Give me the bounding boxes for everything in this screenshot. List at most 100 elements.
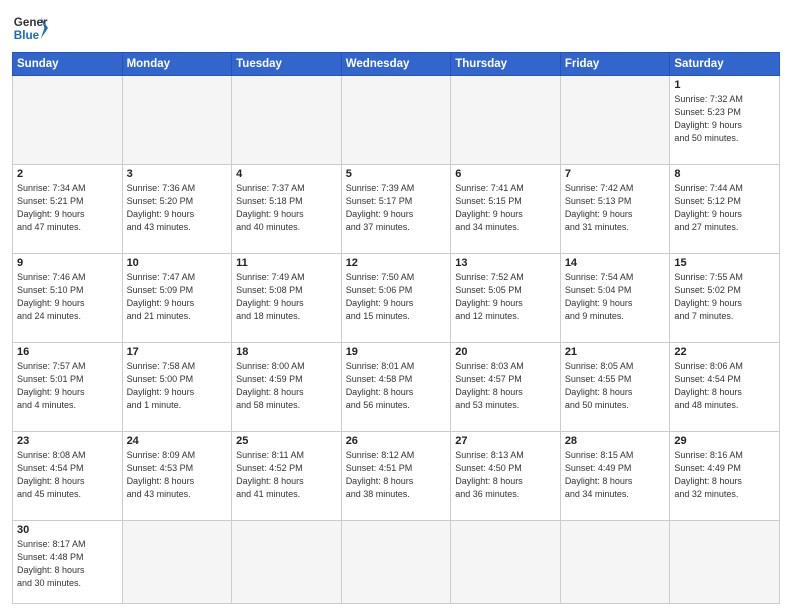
day-number: 7 bbox=[565, 168, 666, 180]
day-info: Sunrise: 8:16 AM Sunset: 4:49 PM Dayligh… bbox=[674, 449, 775, 501]
day-number: 30 bbox=[17, 524, 118, 536]
day-number: 16 bbox=[17, 346, 118, 358]
day-info: Sunrise: 7:34 AM Sunset: 5:21 PM Dayligh… bbox=[17, 182, 118, 234]
day-info: Sunrise: 7:44 AM Sunset: 5:12 PM Dayligh… bbox=[674, 182, 775, 234]
day-number: 20 bbox=[455, 346, 556, 358]
calendar-cell bbox=[341, 76, 451, 165]
svg-text:Blue: Blue bbox=[14, 29, 40, 42]
day-info: Sunrise: 8:08 AM Sunset: 4:54 PM Dayligh… bbox=[17, 449, 118, 501]
day-info: Sunrise: 7:50 AM Sunset: 5:06 PM Dayligh… bbox=[346, 271, 447, 323]
day-info: Sunrise: 7:42 AM Sunset: 5:13 PM Dayligh… bbox=[565, 182, 666, 234]
day-number: 19 bbox=[346, 346, 447, 358]
calendar-cell bbox=[451, 76, 561, 165]
calendar-cell: 11Sunrise: 7:49 AM Sunset: 5:08 PM Dayli… bbox=[232, 253, 342, 342]
calendar-cell: 10Sunrise: 7:47 AM Sunset: 5:09 PM Dayli… bbox=[122, 253, 232, 342]
day-number: 15 bbox=[674, 257, 775, 269]
day-info: Sunrise: 7:32 AM Sunset: 5:23 PM Dayligh… bbox=[674, 93, 775, 145]
day-number: 3 bbox=[127, 168, 228, 180]
calendar-cell: 19 Sunrise: 8:01 AM Sunset: 4:58 PM Dayli… bbox=[341, 342, 451, 431]
header: General Blue bbox=[12, 10, 780, 46]
day-info: Sunrise: 7:37 AM Sunset: 5:18 PM Dayligh… bbox=[236, 182, 337, 234]
day-number: 13 bbox=[455, 257, 556, 269]
day-info: Sunrise: 8:06 AM Sunset: 4:54 PM Dayligh… bbox=[674, 360, 775, 412]
day-number: 17 bbox=[127, 346, 228, 358]
calendar-cell: 6Sunrise: 7:41 AM Sunset: 5:15 PM Daylig… bbox=[451, 164, 561, 253]
day-info: Sunrise: 8:17 AM Sunset: 4:48 PM Dayligh… bbox=[17, 538, 118, 590]
day-number: 28 bbox=[565, 435, 666, 447]
weekday-header-sunday: Sunday bbox=[13, 53, 123, 76]
calendar-cell: 2 Sunrise: 7:34 AM Sunset: 5:21 PM Daylig… bbox=[13, 164, 123, 253]
day-info: Sunrise: 8:13 AM Sunset: 4:50 PM Dayligh… bbox=[455, 449, 556, 501]
calendar-cell bbox=[122, 76, 232, 165]
day-number: 22 bbox=[674, 346, 775, 358]
day-number: 1 bbox=[674, 79, 775, 91]
calendar-cell: 18Sunrise: 8:00 AM Sunset: 4:59 PM Dayli… bbox=[232, 342, 342, 431]
day-info: Sunrise: 8:05 AM Sunset: 4:55 PM Dayligh… bbox=[565, 360, 666, 412]
calendar-cell bbox=[232, 520, 342, 603]
calendar-cell bbox=[232, 76, 342, 165]
day-info: Sunrise: 7:36 AM Sunset: 5:20 PM Dayligh… bbox=[127, 182, 228, 234]
calendar-cell: 14Sunrise: 7:54 AM Sunset: 5:04 PM Dayli… bbox=[560, 253, 670, 342]
day-number: 26 bbox=[346, 435, 447, 447]
day-info: Sunrise: 7:39 AM Sunset: 5:17 PM Dayligh… bbox=[346, 182, 447, 234]
week-row-2: 9Sunrise: 7:46 AM Sunset: 5:10 PM Daylig… bbox=[13, 253, 780, 342]
calendar-cell: 8 Sunrise: 7:44 AM Sunset: 5:12 PM Daylig… bbox=[670, 164, 780, 253]
calendar-cell: 12 Sunrise: 7:50 AM Sunset: 5:06 PM Dayli… bbox=[341, 253, 451, 342]
day-info: Sunrise: 7:41 AM Sunset: 5:15 PM Dayligh… bbox=[455, 182, 556, 234]
calendar-cell bbox=[560, 520, 670, 603]
calendar-cell: 7 Sunrise: 7:42 AM Sunset: 5:13 PM Daylig… bbox=[560, 164, 670, 253]
day-number: 24 bbox=[127, 435, 228, 447]
weekday-header-row: SundayMondayTuesdayWednesdayThursdayFrid… bbox=[13, 53, 780, 76]
calendar-cell: 29Sunrise: 8:16 AM Sunset: 4:49 PM Dayli… bbox=[670, 431, 780, 520]
day-number: 25 bbox=[236, 435, 337, 447]
calendar-cell: 25 Sunrise: 8:11 AM Sunset: 4:52 PM Dayli… bbox=[232, 431, 342, 520]
weekday-header-wednesday: Wednesday bbox=[341, 53, 451, 76]
logo: General Blue bbox=[12, 10, 48, 46]
day-info: Sunrise: 7:58 AM Sunset: 5:00 PM Dayligh… bbox=[127, 360, 228, 412]
day-info: Sunrise: 7:54 AM Sunset: 5:04 PM Dayligh… bbox=[565, 271, 666, 323]
logo-icon: General Blue bbox=[12, 10, 48, 46]
calendar-cell bbox=[670, 520, 780, 603]
calendar-cell: 15 Sunrise: 7:55 AM Sunset: 5:02 PM Dayli… bbox=[670, 253, 780, 342]
day-info: Sunrise: 7:55 AM Sunset: 5:02 PM Dayligh… bbox=[674, 271, 775, 323]
calendar-cell bbox=[560, 76, 670, 165]
calendar-cell: 26 Sunrise: 8:12 AM Sunset: 4:51 PM Dayli… bbox=[341, 431, 451, 520]
calendar-cell: 5 Sunrise: 7:39 AM Sunset: 5:17 PM Daylig… bbox=[341, 164, 451, 253]
day-info: Sunrise: 7:57 AM Sunset: 5:01 PM Dayligh… bbox=[17, 360, 118, 412]
day-number: 10 bbox=[127, 257, 228, 269]
day-info: Sunrise: 8:03 AM Sunset: 4:57 PM Dayligh… bbox=[455, 360, 556, 412]
day-info: Sunrise: 8:12 AM Sunset: 4:51 PM Dayligh… bbox=[346, 449, 447, 501]
day-number: 9 bbox=[17, 257, 118, 269]
day-info: Sunrise: 8:00 AM Sunset: 4:59 PM Dayligh… bbox=[236, 360, 337, 412]
day-info: Sunrise: 8:01 AM Sunset: 4:58 PM Dayligh… bbox=[346, 360, 447, 412]
calendar-cell: 4 Sunrise: 7:37 AM Sunset: 5:18 PM Daylig… bbox=[232, 164, 342, 253]
day-number: 4 bbox=[236, 168, 337, 180]
day-info: Sunrise: 8:09 AM Sunset: 4:53 PM Dayligh… bbox=[127, 449, 228, 501]
calendar-cell: 20 Sunrise: 8:03 AM Sunset: 4:57 PM Dayli… bbox=[451, 342, 561, 431]
calendar-cell bbox=[122, 520, 232, 603]
day-number: 11 bbox=[236, 257, 337, 269]
calendar-cell: 3 Sunrise: 7:36 AM Sunset: 5:20 PM Daylig… bbox=[122, 164, 232, 253]
day-number: 5 bbox=[346, 168, 447, 180]
page: General Blue SundayMondayTuesdayWednesda… bbox=[0, 0, 792, 612]
calendar-cell: 23 Sunrise: 8:08 AM Sunset: 4:54 PM Dayli… bbox=[13, 431, 123, 520]
calendar-cell: 30 Sunrise: 8:17 AM Sunset: 4:48 PM Dayli… bbox=[13, 520, 123, 603]
day-info: Sunrise: 7:52 AM Sunset: 5:05 PM Dayligh… bbox=[455, 271, 556, 323]
calendar-cell: 9Sunrise: 7:46 AM Sunset: 5:10 PM Daylig… bbox=[13, 253, 123, 342]
calendar-cell: 13 Sunrise: 7:52 AM Sunset: 5:05 PM Dayli… bbox=[451, 253, 561, 342]
week-row-0: 1 Sunrise: 7:32 AM Sunset: 5:23 PM Daylig… bbox=[13, 76, 780, 165]
day-number: 23 bbox=[17, 435, 118, 447]
calendar-cell: 28Sunrise: 8:15 AM Sunset: 4:49 PM Dayli… bbox=[560, 431, 670, 520]
day-number: 21 bbox=[565, 346, 666, 358]
day-number: 12 bbox=[346, 257, 447, 269]
day-number: 2 bbox=[17, 168, 118, 180]
weekday-header-saturday: Saturday bbox=[670, 53, 780, 76]
day-number: 8 bbox=[674, 168, 775, 180]
calendar-cell: 1 Sunrise: 7:32 AM Sunset: 5:23 PM Daylig… bbox=[670, 76, 780, 165]
day-info: Sunrise: 8:11 AM Sunset: 4:52 PM Dayligh… bbox=[236, 449, 337, 501]
week-row-3: 16 Sunrise: 7:57 AM Sunset: 5:01 PM Dayli… bbox=[13, 342, 780, 431]
calendar-cell: 21 Sunrise: 8:05 AM Sunset: 4:55 PM Dayli… bbox=[560, 342, 670, 431]
weekday-header-friday: Friday bbox=[560, 53, 670, 76]
week-row-5: 30 Sunrise: 8:17 AM Sunset: 4:48 PM Dayli… bbox=[13, 520, 780, 603]
week-row-1: 2 Sunrise: 7:34 AM Sunset: 5:21 PM Daylig… bbox=[13, 164, 780, 253]
